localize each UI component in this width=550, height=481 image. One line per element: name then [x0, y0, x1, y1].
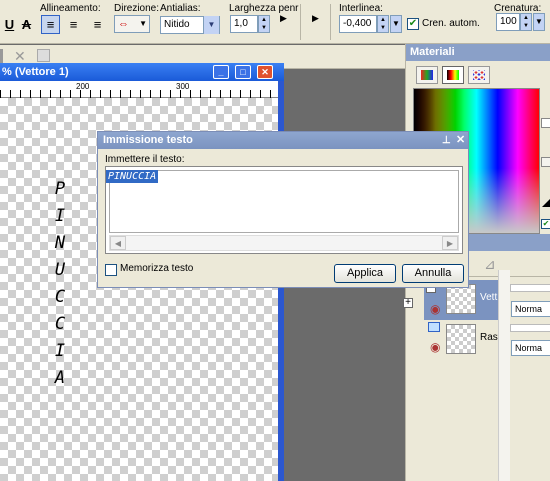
leading-stepper[interactable]: ▲ ▼ [377, 15, 389, 33]
materials-title: Materiali [406, 44, 550, 61]
vertical-letter: I [54, 206, 66, 226]
kerning-dropdown[interactable]: ▼ [533, 13, 545, 31]
text-input-area[interactable]: ◀ ▶ [105, 166, 463, 254]
layer-thumbnail [446, 324, 476, 354]
vertical-letter: C [54, 314, 66, 334]
align-left-icon[interactable]: ≡ [41, 15, 60, 34]
scroll-right-icon[interactable]: ▶ [442, 236, 458, 250]
dialog-title: Immissione testo [103, 134, 193, 146]
cancel-button[interactable]: Annulla [402, 264, 464, 283]
maximize-icon[interactable]: □ [235, 65, 251, 79]
direction-label: Direzione: [114, 3, 160, 14]
raster-layer-icon [428, 322, 440, 332]
kerning-input[interactable]: 100 [496, 13, 520, 31]
expand-arrow-icon-2[interactable]: ▶ [312, 13, 319, 24]
pin-icon[interactable]: ⊥ [442, 132, 451, 149]
layer-name: Vett [480, 292, 498, 303]
frames-icon [421, 70, 433, 80]
selected-text[interactable]: PINUCCIA [106, 170, 159, 183]
close-icon[interactable]: ✕ [456, 132, 465, 149]
close-window-icon[interactable]: ✕ [257, 65, 273, 79]
leading-input[interactable]: -0,400 [339, 15, 377, 33]
vertical-text-object[interactable]: P I N U C C I A [50, 176, 70, 392]
vertical-letter: A [54, 368, 66, 388]
blend-mode-value: Norma [515, 343, 543, 353]
layers-scrollbar[interactable] [498, 270, 510, 481]
save-icon[interactable] [37, 49, 50, 62]
opacity-slider[interactable] [510, 284, 550, 292]
swap-icon[interactable] [541, 118, 550, 128]
vertical-letter: C [54, 287, 66, 307]
eye-icon[interactable]: ◉ [430, 340, 440, 354]
vertical-letter: I [54, 341, 66, 361]
chevron-down-icon: ▼ [203, 16, 219, 34]
all-tools-checkbox[interactable]: ✔ [541, 219, 550, 229]
antialias-label: Antialias: [160, 3, 201, 14]
layer-thumbnail [446, 284, 476, 314]
vertical-letter: U [54, 260, 66, 280]
antialias-value: Nitido [164, 19, 190, 30]
stroke-width-label: Larghezza penr [229, 3, 299, 14]
corner-triangle-icon [542, 198, 550, 207]
alignment-label: Allineamento: [40, 3, 101, 14]
tab-spectrum[interactable] [442, 66, 464, 84]
opacity-slider-2[interactable] [510, 324, 550, 332]
auto-kerning-label: Cren. autom. [422, 18, 480, 29]
antialias-dropdown[interactable]: Nitido ▼ [160, 16, 220, 34]
blend-mode-dropdown-2[interactable]: Norma [511, 340, 550, 356]
text-prompt-label: Immettere il testo: [105, 154, 185, 165]
tab-frames[interactable] [416, 66, 438, 84]
blend-mode-value: Norma [515, 304, 543, 314]
remember-text-label: Memorizza testo [120, 263, 194, 274]
horizontal-ruler: 200 300 [0, 81, 278, 98]
align-right-icon[interactable]: ≡ [88, 15, 107, 34]
spectrum-icon [447, 70, 459, 80]
stroke-width-stepper[interactable]: ▲ ▼ [258, 15, 270, 33]
direction-icon: ⇔ [118, 18, 129, 30]
stroke-width-value: 1,0 [234, 18, 248, 29]
ruler-label-300: 300 [176, 82, 190, 91]
leading-dropdown[interactable]: ▼ [390, 15, 402, 33]
tab-swatches[interactable] [468, 66, 490, 84]
eye-icon[interactable]: ◉ [430, 302, 440, 316]
kerning-value: 100 [500, 16, 517, 27]
minimize-icon[interactable]: _ [213, 65, 229, 79]
document-title: % (Vettore 1) [2, 66, 69, 78]
remember-text-checkbox[interactable] [105, 264, 117, 276]
vertical-letter: N [54, 233, 66, 253]
auto-kerning-checkbox[interactable]: ✔ [407, 18, 419, 30]
strikethrough-icon[interactable]: A [17, 15, 36, 34]
vertical-letter: P [54, 179, 66, 199]
color-swatch-icon[interactable] [541, 157, 550, 167]
direction-dropdown[interactable]: ⇔ ▼ [114, 15, 150, 33]
stroke-width-input[interactable]: 1,0 [230, 15, 258, 33]
layer-tool-icon[interactable]: ⊿ [484, 256, 496, 273]
leading-value: -0,400 [343, 18, 372, 29]
align-center-icon[interactable]: ≡ [64, 15, 83, 34]
expand-layer-icon[interactable]: + [403, 298, 413, 308]
tool-options-bar: U A Allineamento: ≡ ≡ ≡ Direzione: ⇔ ▼ A… [0, 0, 550, 44]
expand-arrow-icon[interactable]: ▶ [280, 13, 287, 24]
apply-button[interactable]: Applica [334, 264, 396, 283]
horizontal-scrollbar[interactable]: ◀ ▶ [109, 235, 459, 251]
layer-row-raster[interactable]: ◉ Rast [424, 320, 504, 360]
text-entry-dialog: Immissione testo ⊥ ✕ Immettere il testo:… [97, 131, 469, 288]
blend-mode-dropdown[interactable]: Norma [511, 301, 550, 317]
dialog-titlebar: Immissione testo ⊥ ✕ [98, 132, 468, 149]
leading-label: Interlinea: [339, 3, 383, 14]
ruler-label-200: 200 [76, 82, 90, 91]
kerning-stepper[interactable]: ▲ ▼ [520, 13, 532, 31]
swatches-icon [473, 70, 485, 80]
scroll-left-icon[interactable]: ◀ [110, 236, 126, 250]
document-titlebar: % (Vettore 1) _ □ ✕ [0, 63, 284, 81]
